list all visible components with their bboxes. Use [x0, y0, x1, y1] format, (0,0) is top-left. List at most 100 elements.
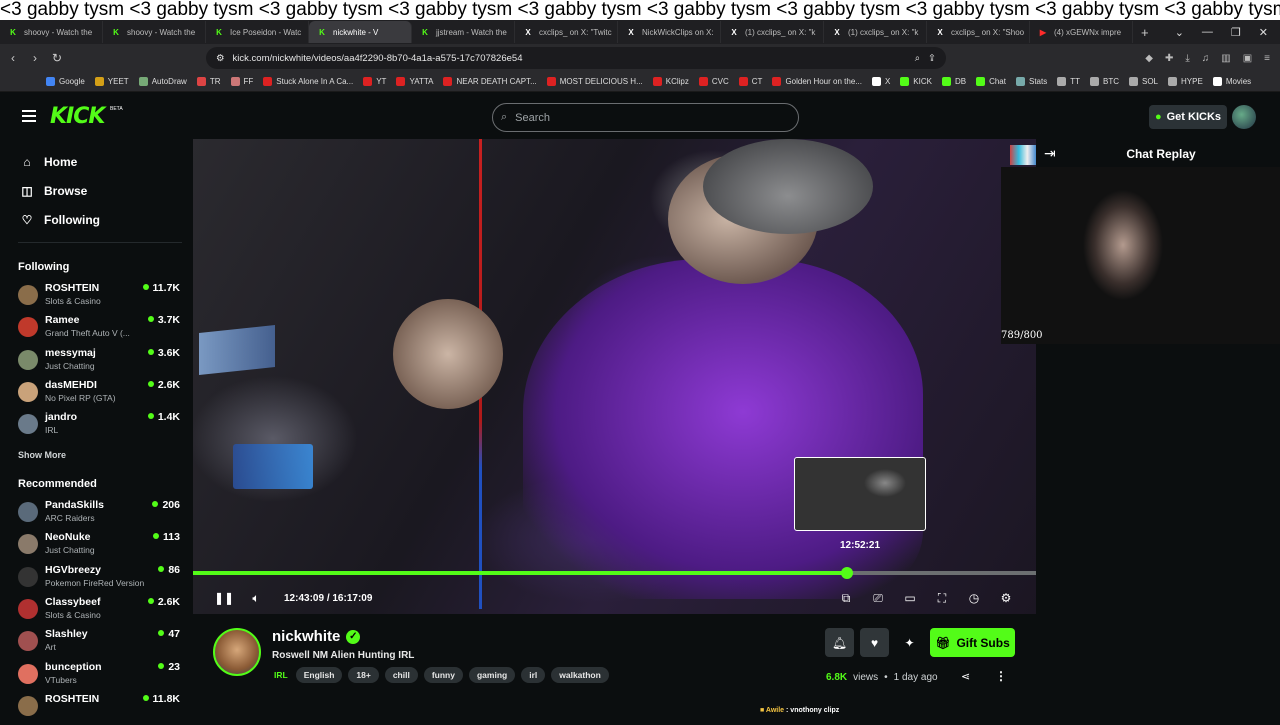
bookmark-item[interactable]: FF [230, 77, 253, 86]
settings-gear-icon[interactable]: ⚙ [996, 588, 1016, 608]
minimize-icon[interactable]: — [1202, 26, 1213, 39]
sidebar-channel[interactable]: PandaSkills ARC Raiders 206 [18, 499, 184, 531]
bookmark-item[interactable]: YATTA [396, 77, 433, 86]
browser-tab[interactable]: Kshoovy - Watch the [0, 21, 103, 43]
bookmark-item[interactable]: Golden Hour on the... [772, 77, 862, 86]
forward-icon[interactable]: › [26, 51, 44, 65]
back-icon[interactable]: ‹ [4, 51, 22, 65]
pause-icon[interactable]: ❚❚ [214, 588, 234, 608]
browser-tab[interactable]: K Ice Poseidon - Watc [206, 21, 309, 43]
bookmark-item[interactable]: CT [738, 77, 762, 86]
browser-tab[interactable]: Knickwhite - V [309, 21, 412, 43]
browser-tab[interactable]: X (1) cxclips_ on X: "k [721, 21, 824, 43]
extension-icon[interactable]: ◆ [1145, 53, 1153, 64]
bookmark-item[interactable]: BTC [1090, 77, 1119, 86]
menu-icon[interactable]: ≡ [1264, 53, 1270, 64]
bookmark-item[interactable]: Chat [976, 77, 1006, 86]
sidebar-channel[interactable]: messymaj Just Chatting 3.6K [18, 347, 184, 379]
bookmark-item[interactable]: TT [1057, 77, 1080, 86]
bookmark-item[interactable]: Stats [1015, 77, 1047, 86]
download-icon[interactable]: ⤓ [1185, 53, 1189, 64]
theater-mode-icon[interactable]: ▭ [900, 588, 920, 608]
close-icon[interactable]: ✕ [1259, 26, 1268, 39]
notification-bell-icon[interactable]: 🔔︎ [825, 628, 854, 657]
sidebar-channel[interactable]: bunception VTubers 23 [18, 661, 184, 693]
channel-avatar[interactable] [213, 628, 261, 676]
wallet-icon[interactable]: ▣ [1243, 53, 1252, 64]
share-icon[interactable]: ⇪ [928, 53, 936, 64]
gift-subs-button[interactable]: 🎁︎ Gift Subs [930, 628, 1015, 657]
tag-chip[interactable]: 18+ [348, 667, 379, 683]
bookmark-item[interactable]: KICK [900, 77, 932, 86]
chevron-down-icon[interactable]: ⌄ [1175, 26, 1184, 39]
browser-tab[interactable]: X NickWickClips on X: [618, 21, 721, 43]
bookmark-item[interactable]: KClipz [652, 77, 689, 86]
browser-tab[interactable]: X (1) cxclips_ on X: "k [824, 21, 927, 43]
bookmark-item[interactable]: Stuck Alone In A Ca... [263, 77, 353, 86]
share-icon[interactable]: ⋖ [961, 670, 970, 683]
nav-browse[interactable]: ◫ Browse [20, 184, 87, 198]
category-link[interactable]: IRL [272, 667, 290, 683]
more-options-icon[interactable]: ⋮ [995, 669, 1007, 683]
get-kicks-button[interactable]: ● Get KICKs [1149, 105, 1227, 129]
bookmark-item[interactable]: Movies [1212, 77, 1251, 86]
browser-tab[interactable]: Kjjstream - Watch the [412, 21, 515, 43]
bookmark-item[interactable]: MOST DELICIOUS H... [546, 77, 643, 86]
tag-chip[interactable]: funny [423, 667, 463, 683]
bookmark-item[interactable]: X [871, 77, 890, 86]
bookmark-item[interactable]: CVC [698, 77, 729, 86]
sidebar-channel[interactable]: Ramee Grand Theft Auto V (... 3.7K [18, 314, 184, 346]
search-input[interactable]: ⌕ Search [492, 103, 799, 132]
channel-name[interactable]: nickwhite [272, 628, 340, 645]
browser-tab[interactable]: Xcxclips_ on X: "Shoo [927, 21, 1030, 43]
maximize-icon[interactable]: ❐ [1231, 26, 1241, 39]
show-more-link[interactable]: Show More [18, 450, 66, 460]
bookmark-item[interactable]: SOL [1129, 77, 1158, 86]
bookmark-item[interactable]: NEAR DEATH CAPT... [443, 77, 537, 86]
bookmark-item[interactable]: YT [363, 77, 386, 86]
sidebar-channel[interactable]: Slashley Art 47 [18, 628, 184, 660]
tag-chip[interactable]: walkathon [551, 667, 609, 683]
browser-tab[interactable]: ▶ (4) xGEWNx impre [1030, 21, 1133, 43]
tag-chip[interactable]: gaming [468, 667, 516, 683]
miniplayer-icon[interactable]: ⧉ [836, 588, 856, 608]
bookmark-item[interactable]: DB [941, 77, 966, 86]
nav-following[interactable]: ♡ Following [20, 213, 100, 227]
bookmark-item[interactable]: AutoDraw [138, 77, 187, 86]
sidebar-icon[interactable]: ▥ [1221, 53, 1230, 64]
reload-icon[interactable]: ↻ [48, 51, 66, 65]
follow-heart-icon[interactable]: ♥ [860, 628, 889, 657]
sidebar-channel[interactable]: ROSHTEIN Slots & Casino 11.7K [18, 282, 184, 314]
chat-username[interactable]: Awile [766, 707, 784, 714]
sidebar-channel[interactable]: HGVbreezy Pokemon FireRed Version 86 [18, 564, 184, 596]
puzzle-icon[interactable]: ✚ [1165, 53, 1173, 64]
user-avatar[interactable] [1232, 105, 1256, 129]
sidebar-channel[interactable]: jandro IRL 1.4K [18, 411, 184, 443]
progress-bar[interactable] [193, 567, 1036, 579]
site-info-icon[interactable]: ⚙ [216, 53, 225, 64]
tag-chip[interactable]: English [295, 667, 343, 683]
bookmark-item[interactable]: TR [196, 77, 221, 86]
bookmark-item[interactable]: HYPE [1168, 77, 1203, 86]
sidebar-channel[interactable]: NeoNuke Just Chatting 113 [18, 531, 184, 563]
hamburger-menu-icon[interactable] [22, 110, 36, 122]
sparkle-icon[interactable]: ✦ [895, 628, 924, 657]
sidebar-channel[interactable]: Classybeef Slots & Casino 2.6K [18, 596, 184, 628]
bookmark-item[interactable]: Google [46, 77, 85, 86]
new-tab-button[interactable]: + [1133, 25, 1157, 40]
video-player[interactable]: 12:52:21 ❚❚ 🔈︎ 12:43:09 / 16:17:09 ⧉ ⎚ ▭… [193, 139, 1036, 614]
kick-logo[interactable]: KICK [50, 104, 105, 129]
tag-chip[interactable]: irl [521, 667, 546, 683]
zoom-icon[interactable]: ⌕ [915, 53, 920, 64]
tag-chip[interactable]: chill [384, 667, 418, 683]
music-icon[interactable]: ♫ [1202, 53, 1210, 64]
browser-tab[interactable]: Kshoovy - Watch the [103, 21, 206, 43]
browser-tab[interactable]: Xcxclips_ on X: "Twitc [515, 21, 618, 43]
fullscreen-icon[interactable]: ⛶ [932, 588, 952, 608]
nav-home[interactable]: ⌂ Home [20, 155, 77, 169]
playback-speed-icon[interactable]: ◷ [964, 588, 984, 608]
volume-icon[interactable]: 🔈︎ [246, 588, 266, 608]
bookmark-item[interactable]: YEET [94, 77, 129, 86]
url-field[interactable]: ⚙ kick.com/nickwhite/videos/aa4f2290-8b7… [206, 47, 946, 69]
cast-icon[interactable]: ⎚ [868, 588, 888, 608]
